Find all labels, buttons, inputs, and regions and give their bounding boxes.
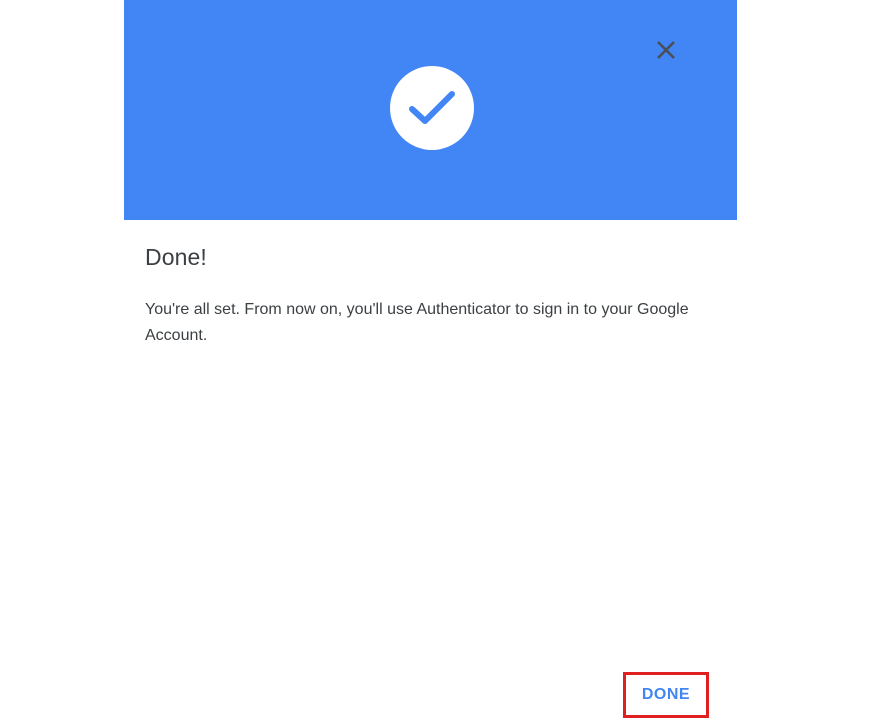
close-icon bbox=[657, 41, 675, 59]
close-button[interactable] bbox=[652, 36, 680, 64]
done-button[interactable]: DONE bbox=[626, 675, 706, 715]
success-badge bbox=[390, 66, 474, 150]
dialog-title: Done! bbox=[145, 244, 207, 270]
confirmation-dialog: Done! You're all set. From now on, you'l… bbox=[124, 0, 737, 728]
dialog-hero-banner bbox=[124, 0, 737, 220]
dialog-message: You're all set. From now on, you'll use … bbox=[145, 301, 689, 344]
page: Done! You're all set. From now on, you'l… bbox=[0, 0, 881, 728]
check-icon bbox=[409, 91, 455, 124]
